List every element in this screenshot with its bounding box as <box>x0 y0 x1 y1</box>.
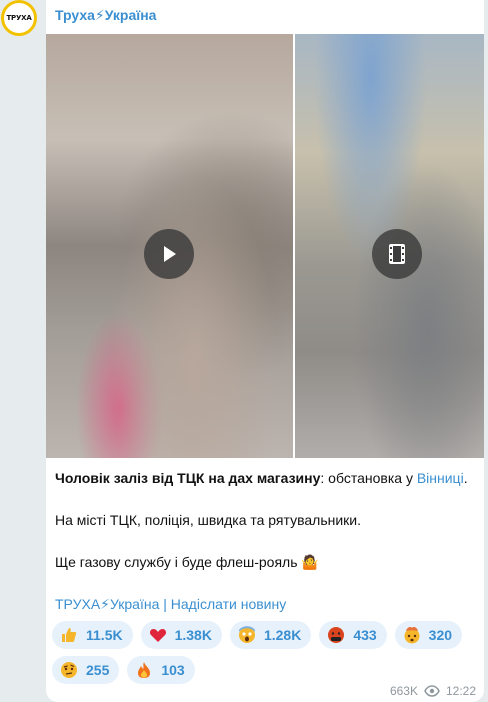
raised-eyebrow-icon <box>60 661 78 679</box>
fire-icon <box>135 661 153 679</box>
cursing-face-icon <box>327 626 345 644</box>
reaction-count: 1.38K <box>174 627 212 643</box>
reactions-bar: 11.5K 1.38K 1.28K 433 320 255 103 <box>52 621 472 684</box>
post-text: Чоловік заліз від ТЦК на дах магазину: о… <box>55 469 475 571</box>
video-button[interactable] <box>372 229 422 279</box>
message-meta: 663K 12:22 <box>390 684 476 698</box>
thumbs-up-icon <box>60 626 78 644</box>
footer-links: ТРУХА⚡Україна | Надіслати новину <box>55 596 286 613</box>
channel-link[interactable]: ТРУХА⚡Україна <box>55 596 159 612</box>
footer-separator: | <box>159 596 171 612</box>
post-text-segment: : обстановка у <box>320 470 417 486</box>
view-count: 663K <box>389 684 418 698</box>
reaction-mind-blown[interactable]: 320 <box>394 621 463 649</box>
message-time: 12:22 <box>445 684 476 698</box>
post-headline: Чоловік заліз від ТЦК на дах магазину <box>55 470 321 486</box>
reaction-fire[interactable]: 103 <box>127 656 195 684</box>
reaction-raised-eyebrow[interactable]: 255 <box>52 656 120 684</box>
post-paragraph-2: На місті ТЦК, поліція, швидка та рятувал… <box>55 512 361 528</box>
reaction-thumbs-up[interactable]: 11.5K <box>52 621 133 649</box>
post-paragraph-1: Чоловік заліз від ТЦК на дах магазину: о… <box>55 469 475 487</box>
post-paragraph-3: Ще газову службу і буде флеш-рояль 🤷 <box>55 554 319 570</box>
film-icon <box>389 244 405 264</box>
avatar-logo-text: ТРУХА <box>6 14 32 22</box>
heart-icon <box>149 626 167 644</box>
message-bubble: Труха⚡Україна Чоловік заліз від ТЦК на д… <box>46 0 484 702</box>
post-text-end: . <box>463 470 468 486</box>
reaction-scream[interactable]: 1.28K <box>229 621 312 649</box>
reaction-count: 255 <box>86 662 110 678</box>
scream-face-icon <box>238 626 256 644</box>
reaction-count: 1.28K <box>263 627 302 643</box>
media-album <box>46 34 484 458</box>
play-icon <box>164 246 176 262</box>
channel-avatar[interactable]: ТРУХА <box>1 0 37 36</box>
reaction-count: 433 <box>353 627 377 643</box>
city-hashtag-link[interactable]: Вінниці <box>417 470 464 486</box>
reaction-count: 11.5K <box>86 627 123 643</box>
reaction-cursing[interactable]: 433 <box>319 621 387 649</box>
play-button[interactable] <box>144 229 194 279</box>
eye-icon <box>424 685 440 697</box>
mind-blown-icon <box>403 626 421 644</box>
reaction-heart[interactable]: 1.38K <box>140 621 222 649</box>
reaction-count: 103 <box>161 662 185 678</box>
video-thumbnail-2[interactable] <box>295 34 484 458</box>
submit-news-link[interactable]: Надіслати новину <box>171 596 286 612</box>
reaction-count: 320 <box>428 627 453 643</box>
video-thumbnail-1[interactable] <box>46 34 293 458</box>
channel-name[interactable]: Труха⚡Україна <box>55 7 156 24</box>
